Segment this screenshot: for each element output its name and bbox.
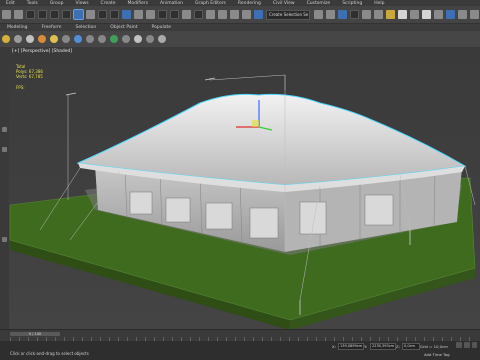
ribbon-tabs: Modeling Freeform Selection Object Paint… [0,24,480,31]
snaps-toggle-icon[interactable] [205,10,215,19]
material-editor-icon[interactable] [385,10,395,19]
viewport-statistics: Total Polys: 67,386 Verts: 67,785 [16,64,43,79]
tab-object-paint[interactable]: Object Paint [103,25,144,30]
xref-icon[interactable] [110,35,118,43]
select-scale-icon[interactable] [145,10,155,19]
render-setup-icon[interactable] [397,10,407,19]
select-manipulate-icon[interactable] [181,10,191,19]
status-prompt: Click or click-and-drag to select object… [10,351,89,356]
link-icon[interactable] [25,10,35,19]
go-to-end-icon[interactable] [472,342,477,348]
main-toolbar: Create Selection Se [0,6,480,24]
y-coordinate-field[interactable]: 2230,393cm [370,343,396,350]
status-bar: Click or click-and-drag to select object… [0,341,480,360]
menu-edit[interactable]: Edit [0,1,21,6]
perspective-viewport[interactable]: [+] [Perspective] [Shaded] Total Polys: … [9,47,480,329]
systems-icon[interactable] [86,35,94,43]
helper-icon[interactable] [62,35,70,43]
teapot-icon[interactable] [14,35,22,43]
container-icon[interactable] [134,35,142,43]
tent-scene [9,47,480,329]
named-selection-icon[interactable] [253,10,263,19]
y-label: Y: [364,344,368,349]
open-autodesk-gallery-icon[interactable] [457,10,467,19]
reference-coord-icon[interactable] [157,10,167,19]
add-time-tag[interactable]: Add Time Tag [424,352,449,357]
sun-icon[interactable] [50,35,58,43]
unlink-icon[interactable] [37,10,47,19]
viewport-label[interactable]: [+] [Perspective] [Shaded] [12,49,72,54]
selection-filter-icon[interactable] [61,10,71,19]
layer-explorer-icon[interactable] [337,10,347,19]
render-iterative-icon[interactable] [433,10,443,19]
menu-tools[interactable]: Tools [21,1,44,6]
bind-space-warp-icon[interactable] [49,10,59,19]
rect-selection-icon[interactable] [97,10,107,19]
menu-modifiers[interactable]: Modifiers [122,1,155,6]
left-tool-icon-2[interactable] [2,147,7,152]
render-production-icon[interactable] [421,10,431,19]
toolbar-overflow-icon[interactable] [469,10,479,19]
left-tool-icon-1[interactable] [2,127,7,132]
window-crossing-icon[interactable] [109,10,119,19]
menu-civil-view[interactable]: Civil View [267,1,301,6]
selection-set-dropdown[interactable]: Create Selection Se [266,9,310,20]
tab-freeform[interactable]: Freeform [34,25,68,30]
a360-render-icon[interactable] [445,10,455,19]
frame-icon[interactable] [158,35,166,43]
rendered-frame-icon[interactable] [409,10,419,19]
z-label: Z: [396,344,400,349]
select-by-name-icon[interactable] [85,10,95,19]
percent-snap-icon[interactable] [229,10,239,19]
undo-icon[interactable] [1,10,11,19]
grid-size: Grid = 10,0cm [420,344,448,349]
pivot-center-icon[interactable] [169,10,179,19]
secondary-toolbar [0,31,480,48]
menu-animation[interactable]: Animation [154,1,189,6]
menu-group[interactable]: Group [44,1,70,6]
go-to-start-icon[interactable] [456,342,462,348]
select-move-icon[interactable] [121,10,131,19]
spinner-snap-icon[interactable] [241,10,251,19]
stats-verts: Verts: 67,785 [16,74,43,79]
toggle-ribbon-icon[interactable] [349,10,359,19]
menu-rendering[interactable]: Rendering [232,1,267,6]
x-coordinate-field[interactable]: 139,0899cm [338,343,364,350]
curve-editor-icon[interactable] [361,10,371,19]
left-tool-icon-3[interactable] [2,237,7,242]
light-icon[interactable] [26,35,34,43]
tab-modeling[interactable]: Modeling [0,25,34,30]
tab-populate[interactable]: Populate [145,25,179,30]
bone-icon[interactable] [98,35,106,43]
angle-snap-icon[interactable] [217,10,227,19]
menu-graph-editors[interactable]: Graph Editors [189,1,232,6]
select-rotate-icon[interactable] [133,10,143,19]
tab-selection[interactable]: Selection [69,25,104,30]
menu-create[interactable]: Create [95,1,122,6]
spacewarp-icon[interactable] [74,35,82,43]
stats-fps: FPS: [16,85,25,90]
align-icon[interactable] [325,10,335,19]
menu-customize[interactable]: Customize [301,1,337,6]
mirror-icon[interactable] [313,10,323,19]
camera-icon[interactable] [38,35,46,43]
redo-icon[interactable] [13,10,23,19]
z-coordinate-field[interactable]: 0,0cm [402,343,420,350]
schematic-view-icon[interactable] [373,10,383,19]
left-toolbar [0,47,9,329]
menu-help[interactable]: Help [368,1,390,6]
select-object-icon[interactable] [72,9,84,20]
group-icon[interactable] [122,35,130,43]
folder-icon[interactable] [2,35,10,43]
filter-icon[interactable] [146,35,154,43]
menu-scripting[interactable]: Scripting [336,1,368,6]
play-icon[interactable] [464,342,470,348]
time-slider[interactable]: 0 / 100 [10,332,60,336]
keyboard-shortcut-icon[interactable] [193,10,203,19]
menu-views[interactable]: Views [70,1,95,6]
x-label: X: [332,344,336,349]
